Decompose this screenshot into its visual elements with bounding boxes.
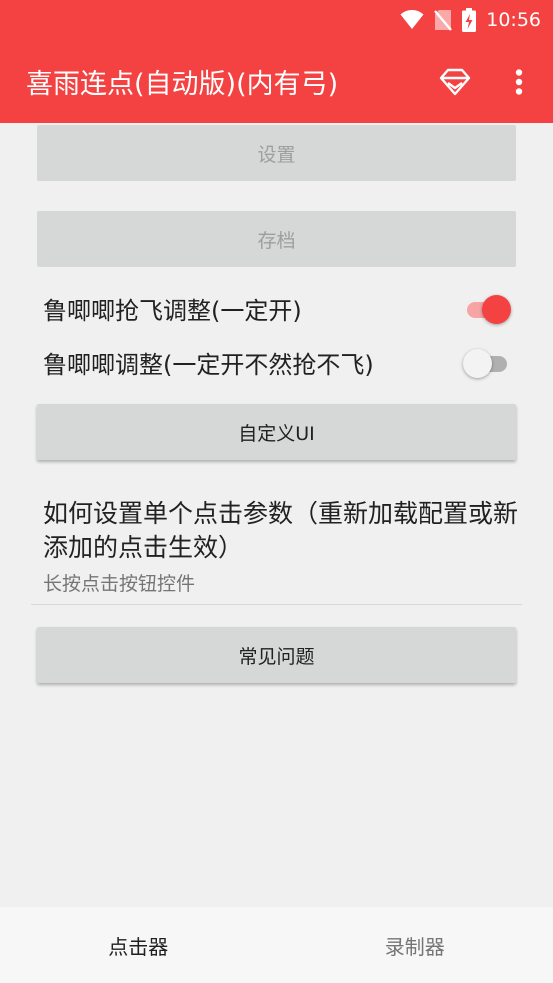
grab-fly-toggle[interactable] <box>463 293 513 324</box>
switch-label-adjust: 鲁唧唧调整(一定开不然抢不飞) <box>43 350 374 379</box>
switch-row-grab-fly[interactable]: 鲁唧唧抢飞调整(一定开) <box>43 285 513 331</box>
no-sim-icon <box>434 9 453 31</box>
bottom-nav: 点击器 录制器 <box>0 907 553 983</box>
custom-ui-button[interactable]: 自定义UI <box>37 404 516 460</box>
app-title: 喜雨连点(自动版)(内有弓) <box>26 69 339 100</box>
help-preference-summary: 长按点击按钮控件 <box>43 573 196 595</box>
wifi-icon <box>400 10 424 30</box>
archive-button[interactable]: 存档 <box>37 211 516 267</box>
tab-recorder[interactable]: 录制器 <box>277 907 553 983</box>
tab-clicker[interactable]: 点击器 <box>0 907 277 983</box>
settings-content[interactable]: 设置 存档 鲁唧唧抢飞调整(一定开) 鲁唧唧调整(一定开不然抢不飞) 自定义UI… <box>0 123 553 907</box>
adjust-toggle[interactable] <box>463 347 513 378</box>
divider <box>31 604 522 605</box>
help-preference[interactable]: 如何设置单个点击参数（重新加载配置或新添加的点击生效） 长按点击按钮控件 <box>43 497 521 596</box>
help-preference-title: 如何设置单个点击参数（重新加载配置或新添加的点击生效） <box>43 499 519 562</box>
app-bar: 喜雨连点(自动版)(内有弓) <box>0 40 553 123</box>
status-time: 10:56 <box>486 9 541 31</box>
battery-charging-icon <box>462 8 477 32</box>
gem-icon[interactable] <box>433 60 477 104</box>
faq-button[interactable]: 常见问题 <box>37 627 516 683</box>
more-vert-icon[interactable] <box>497 60 541 104</box>
settings-button[interactable]: 设置 <box>37 125 516 181</box>
status-bar: 10:56 <box>0 0 553 40</box>
switch-label-grab-fly: 鲁唧唧抢飞调整(一定开) <box>43 296 302 325</box>
switch-row-adjust[interactable]: 鲁唧唧调整(一定开不然抢不飞) <box>43 339 513 385</box>
